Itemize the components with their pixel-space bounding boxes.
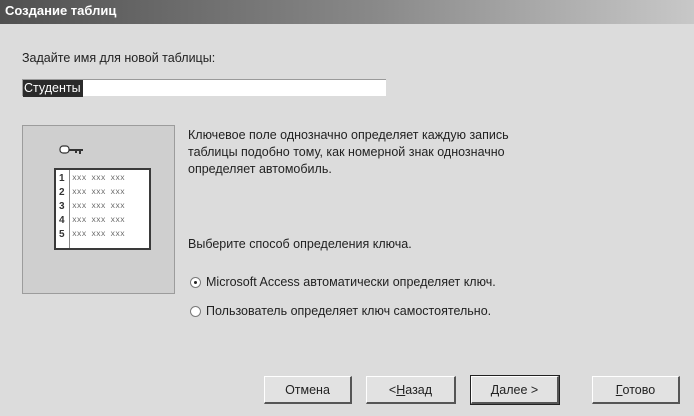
key-method-prompt: Выберите способ определения ключа. — [188, 237, 412, 251]
finish-button-hotkey: Г — [615, 382, 623, 397]
next-button-rest: алее > — [499, 382, 539, 397]
description-line-2: таблицы подобно тому, как номерной знак … — [188, 145, 505, 159]
next-button-hotkey: Д — [490, 382, 500, 397]
sample-table: 1 xxx xxx xxx 2 xxx xxx xxx 3 xxx xxx xx… — [54, 168, 151, 250]
row-cells: xxx xxx xxx — [72, 188, 125, 197]
table-name-prompt: Задайте имя для новой таблицы: — [22, 51, 216, 65]
primary-key-illustration: 1 xxx xxx xxx 2 xxx xxx xxx 3 xxx xxx xx… — [22, 125, 175, 294]
key-icon — [59, 145, 83, 154]
row-cells: xxx xxx xxx — [72, 230, 125, 239]
back-button-rest: азад — [405, 382, 433, 397]
window-title: Создание таблиц — [5, 3, 117, 18]
radio-auto-key[interactable] — [190, 277, 201, 288]
row-number: 4 — [59, 215, 65, 226]
row-number: 5 — [59, 229, 65, 240]
sample-row: 2 xxx xxx xxx — [56, 187, 149, 200]
finish-button[interactable]: Готово — [592, 376, 680, 404]
next-button[interactable]: Далее > — [470, 375, 560, 405]
row-number: 1 — [59, 173, 65, 184]
row-cells: xxx xxx xxx — [72, 202, 125, 211]
cancel-button[interactable]: Отмена — [264, 376, 352, 404]
option-auto-key-label: Microsoft Access автоматически определяе… — [206, 275, 496, 289]
row-cells: xxx xxx xxx — [72, 174, 125, 183]
table-wizard-dialog: Создание таблиц Задайте имя для новой та… — [0, 0, 694, 416]
row-number: 2 — [59, 187, 65, 198]
sample-row: 3 xxx xxx xxx — [56, 201, 149, 214]
back-button-prefix: < — [388, 382, 397, 397]
option-user-key-label: Пользователь определяет ключ самостоятел… — [206, 304, 492, 318]
finish-button-rest: отово — [622, 382, 656, 397]
row-number: 3 — [59, 201, 65, 212]
sample-row: 5 xxx xxx xxx — [56, 229, 149, 242]
back-button[interactable]: < Назад — [366, 376, 456, 404]
radio-user-key[interactable] — [190, 306, 201, 317]
description-line-1: Ключевое поле однозначно определяет кажд… — [188, 128, 509, 142]
table-name-input[interactable]: Студенты — [22, 79, 386, 97]
cancel-button-label: Отмена — [285, 382, 330, 397]
back-button-hotkey: Н — [396, 382, 406, 397]
row-cells: xxx xxx xxx — [72, 216, 125, 225]
sample-row: 4 xxx xxx xxx — [56, 215, 149, 228]
title-bar[interactable]: Создание таблиц — [0, 0, 694, 24]
description-line-3: определяет автомобиль. — [188, 162, 332, 176]
sample-row: 1 xxx xxx xxx — [56, 173, 149, 186]
table-name-value: Студенты — [23, 80, 83, 97]
